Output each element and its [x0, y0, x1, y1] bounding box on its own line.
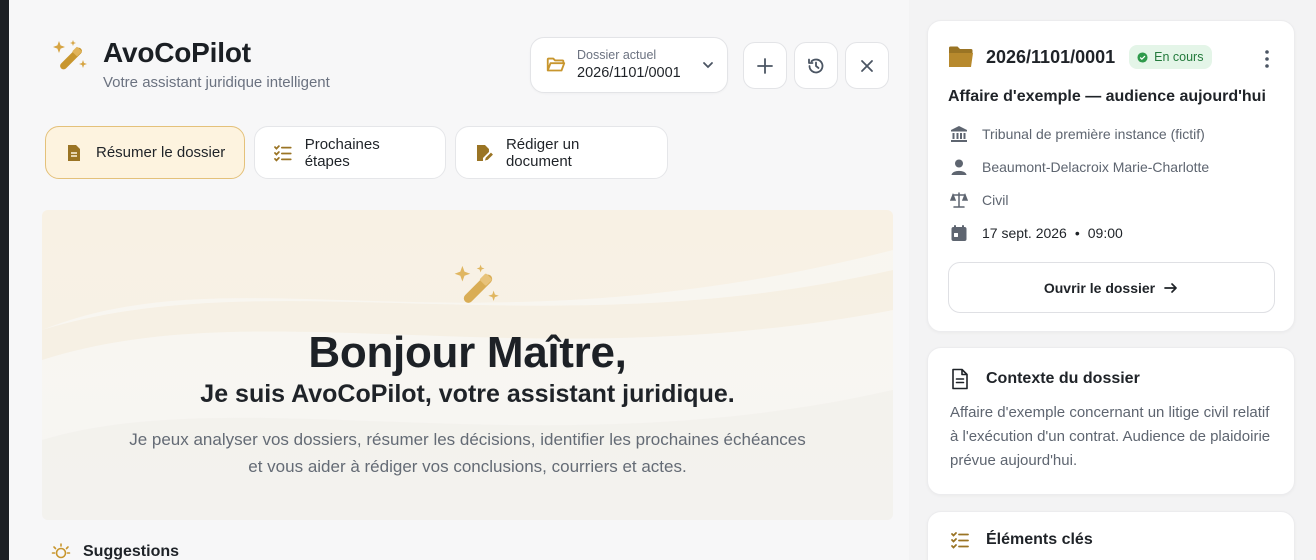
app-subtitle: Votre assistant juridique intelligent	[103, 74, 330, 91]
status-badge-label: En cours	[1154, 50, 1204, 64]
open-dossier-label: Ouvrir le dossier	[1043, 279, 1156, 296]
app-title: AvoCoPilot	[103, 37, 251, 68]
matter-type: Civil	[982, 192, 1009, 208]
close-icon	[861, 59, 873, 72]
summarize-dossier-label: Résumer le dossier	[96, 144, 226, 161]
brand: AvoCoPilot Votre assistant juridique int…	[51, 38, 330, 91]
close-button[interactable]	[845, 42, 889, 89]
hero-description-line-2: et vous aider à rédiger vos conclusions,…	[248, 457, 687, 476]
dossier-selector[interactable]: Dossier actuel 2026/1101/0001	[530, 37, 728, 93]
arrow-right-icon	[1164, 282, 1177, 293]
hearing-date: 17 sept. 2026	[982, 225, 1067, 241]
dossier-card: 2026/1101/0001 En cours Affaire d'exempl…	[927, 20, 1295, 332]
key-elements-card: Éléments clés	[927, 511, 1295, 560]
main-panel: AvoCoPilot Votre assistant juridique int…	[9, 0, 909, 560]
left-rail	[0, 0, 9, 560]
client-name: Beaumont-Delacroix Marie-Charlotte	[982, 159, 1210, 175]
court-name: Tribunal de première instance (fictif)	[982, 126, 1205, 142]
draft-document-label: Rédiger un document	[505, 135, 580, 170]
draft-document-button[interactable]: Rédiger un document	[455, 126, 668, 179]
folder-icon	[949, 46, 973, 67]
hero-title: Bonjour Maître,	[308, 328, 627, 377]
hearing-time: 09:00	[1087, 225, 1123, 241]
hearing-date-row: 17 sept. 2026 • 09:00	[950, 224, 1123, 242]
more-options-icon[interactable]	[1264, 49, 1270, 69]
dossier-title: Affaire d'exemple — audience aujourd'hui	[948, 88, 1266, 105]
folder-open-icon	[546, 57, 566, 72]
calendar-icon	[951, 225, 967, 241]
next-steps-label: Prochaines étapes	[304, 135, 380, 170]
lightbulb-icon	[51, 543, 71, 559]
next-steps-button[interactable]: Prochaines étapes	[254, 126, 446, 179]
key-elements-header: Éléments clés	[950, 530, 1093, 550]
document-icon	[68, 144, 80, 161]
new-dossier-button[interactable]	[743, 42, 787, 89]
suggestions-header: Suggestions	[51, 542, 179, 560]
scales-icon	[950, 192, 968, 208]
hero-subtitle: Je suis AvoCoPilot, votre assistant juri…	[200, 380, 735, 408]
person-icon	[951, 159, 967, 175]
dossier-selector-value: 2026/1101/0001	[577, 65, 681, 81]
dossier-card-header: 2026/1101/0001 En cours	[948, 45, 1213, 69]
context-card-text: Affaire d'exemple concernant un litige c…	[950, 404, 1271, 469]
context-card: Contexte du dossier Affaire d'exemple co…	[927, 347, 1295, 495]
date-time-separator: •	[1074, 225, 1080, 241]
checklist-icon	[274, 144, 292, 162]
history-button[interactable]	[794, 42, 838, 89]
matter-row: Civil	[950, 191, 1008, 209]
history-icon	[808, 58, 824, 73]
key-elements-title: Éléments clés	[986, 531, 1093, 548]
plus-icon	[757, 57, 773, 74]
context-card-title: Contexte du dossier	[986, 370, 1140, 387]
magic-wand-icon	[53, 40, 87, 70]
courthouse-icon	[951, 126, 967, 142]
status-badge: En cours	[1129, 45, 1213, 69]
hero-description-line-1: Je peux analyser vos dossiers, résumer l…	[129, 430, 806, 449]
hero-description: Je peux analyser vos dossiers, résumer l…	[42, 426, 893, 480]
suggestions-label: Suggestions	[83, 543, 180, 560]
context-card-header: Contexte du dossier	[950, 368, 1140, 390]
dossier-selector-label: Dossier actuel	[577, 48, 657, 62]
summarize-dossier-button[interactable]: Résumer le dossier	[45, 126, 245, 179]
check-circle-icon	[1137, 51, 1148, 63]
document-edit-icon	[476, 144, 493, 161]
document-text-icon	[952, 368, 968, 390]
open-dossier-button[interactable]: Ouvrir le dossier	[948, 262, 1275, 313]
checklist-icon	[951, 532, 969, 549]
client-row: Beaumont-Delacroix Marie-Charlotte	[950, 158, 1209, 176]
dossier-reference: 2026/1101/0001	[986, 46, 1116, 67]
magic-wand-icon	[454, 264, 499, 303]
court-row: Tribunal de première instance (fictif)	[950, 125, 1205, 143]
chevron-down-icon	[703, 62, 713, 69]
welcome-hero: Bonjour Maître, Je suis AvoCoPilot, votr…	[42, 210, 893, 520]
